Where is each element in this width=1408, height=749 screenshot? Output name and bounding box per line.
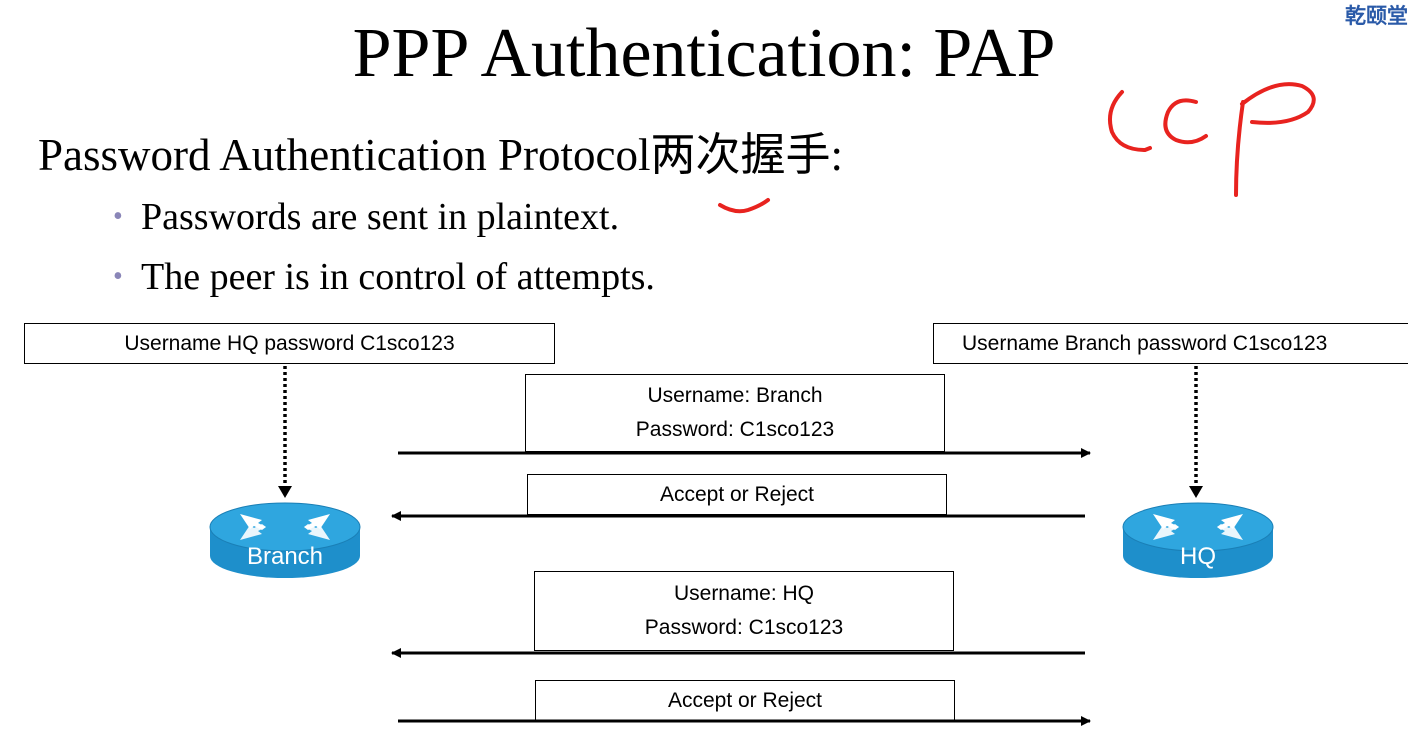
left-config-arrowhead-icon: [278, 486, 292, 498]
diagram-arrows: [209, 366, 1274, 726]
hq-router-label: HQ: [1180, 543, 1216, 570]
branch-router-label: Branch: [246, 543, 324, 570]
right-config-arrowhead-icon: [1189, 486, 1203, 498]
